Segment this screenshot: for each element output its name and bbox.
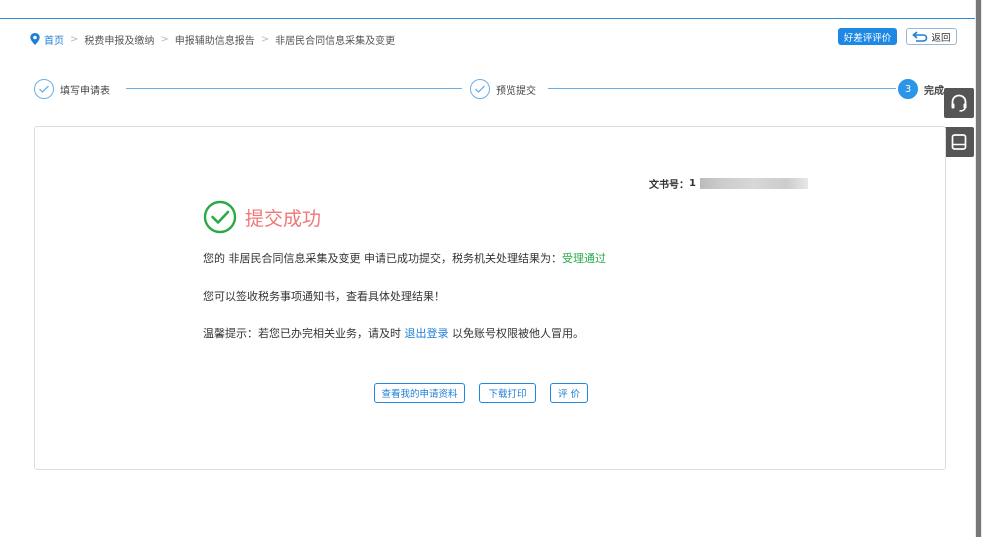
check-icon: [34, 79, 54, 99]
result-message: 您的 非居民合同信息采集及变更 申请已成功提交，税务机关处理结果为：受理通过: [203, 250, 606, 266]
step-fill-form: 填写申请表: [34, 78, 110, 100]
return-arrow-icon: [912, 31, 928, 42]
step-complete: 3 完成: [898, 78, 944, 100]
progress-steps: 填写申请表 预览提交 3 完成: [34, 78, 959, 100]
logout-tip: 温馨提示：若您已办完相关业务，请及时 退出登录 以免账号权限被他人冒用。: [203, 325, 584, 341]
document-number-value: 1: [689, 178, 696, 189]
step-number: 3: [898, 79, 918, 99]
logout-tip-prefix: 温馨提示：若您已办完相关业务，请及时: [203, 327, 405, 340]
breadcrumb-item-tax-filing[interactable]: 税费申报及缴纳: [84, 32, 154, 47]
scrollbar-thumb[interactable]: [976, 0, 981, 537]
notice-message: 您可以签收税务事项通知书，查看具体处理结果！: [203, 290, 445, 303]
breadcrumb-item-auxiliary-report[interactable]: 申报辅助信息报告: [175, 32, 255, 47]
back-button[interactable]: 返回: [906, 28, 957, 45]
rate-button[interactable]: 评 价: [550, 383, 588, 403]
breadcrumb: 首页 > 税费申报及缴纳 > 申报辅助信息报告 > 非居民合同信息采集及变更: [30, 32, 396, 47]
headset-icon: [951, 94, 967, 112]
step-label: 预览提交: [496, 85, 536, 97]
view-application-button[interactable]: 查看我的申请资料: [374, 383, 465, 403]
result-status: 受理通过: [562, 252, 606, 265]
location-pin-icon: [30, 33, 40, 45]
document-number-label: 文书号：: [649, 180, 689, 191]
check-circle-icon: [203, 200, 237, 234]
step-connector: [126, 88, 462, 89]
document-number: 文书号： 1: [649, 176, 808, 191]
breadcrumb-separator: >: [260, 33, 270, 45]
download-print-button[interactable]: 下载打印: [479, 383, 536, 403]
success-title: 提交成功: [245, 207, 322, 230]
breadcrumb-separator: >: [160, 33, 169, 45]
step-preview-submit: 预览提交: [470, 78, 536, 100]
guide-book-button[interactable]: [944, 127, 974, 157]
check-icon: [470, 79, 490, 99]
breadcrumb-item-current: 非居民合同信息采集及变更: [275, 35, 396, 47]
logout-tip-suffix: 以免账号权限被他人冒用。: [448, 327, 584, 340]
step-label: 填写申请表: [60, 85, 110, 97]
breadcrumb-separator: >: [70, 33, 79, 45]
step-connector: [548, 88, 896, 89]
top-border: [0, 18, 975, 19]
step-label: 完成: [924, 85, 944, 97]
logout-link[interactable]: 退出登录: [405, 327, 449, 340]
scrollbar[interactable]: [975, 0, 982, 537]
success-banner: 提交成功: [203, 200, 321, 234]
result-card: [34, 126, 946, 470]
customer-service-button[interactable]: [944, 88, 974, 118]
back-button-label: 返回: [931, 32, 951, 44]
evaluate-button[interactable]: 好差评评价: [838, 28, 897, 45]
breadcrumb-home-link[interactable]: 首页: [44, 32, 64, 47]
notebook-icon: [951, 134, 967, 150]
result-message-text: 您的 非居民合同信息采集及变更 申请已成功提交，税务机关处理结果为：: [203, 252, 562, 265]
redacted-value: [699, 178, 808, 189]
